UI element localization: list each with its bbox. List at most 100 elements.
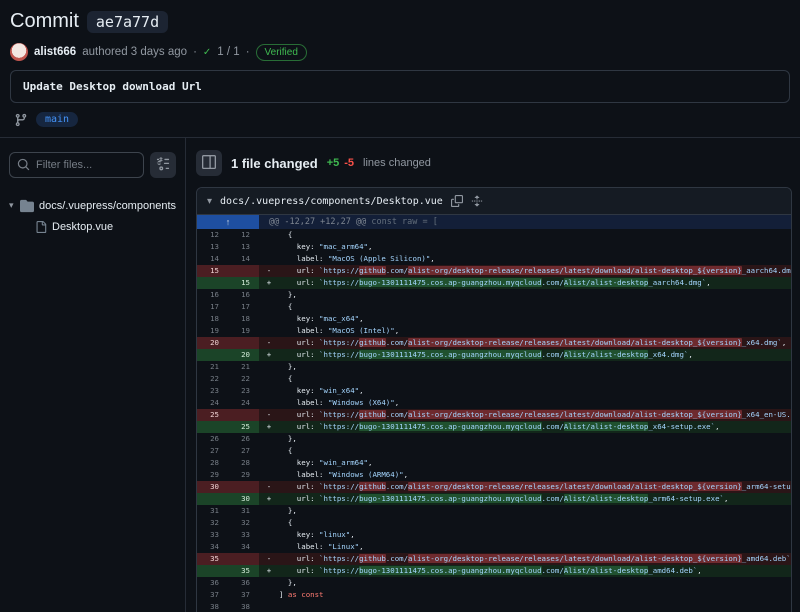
- old-line-number[interactable]: 22: [197, 373, 228, 385]
- old-line-number[interactable]: 30: [197, 481, 228, 493]
- old-line-number[interactable]: 17: [197, 301, 228, 313]
- collapse-file-chevron-icon[interactable]: ▾: [207, 196, 212, 207]
- new-line-number[interactable]: 34: [228, 541, 259, 553]
- expand-all-icon[interactable]: [471, 195, 483, 207]
- new-line-number[interactable]: [228, 481, 259, 493]
- branch-badge[interactable]: main: [36, 112, 78, 127]
- new-line-number[interactable]: 18: [228, 313, 259, 325]
- new-line-number[interactable]: 16: [228, 289, 259, 301]
- lines-changed-label: lines changed: [363, 157, 431, 169]
- avatar[interactable]: [10, 43, 28, 61]
- new-line-number[interactable]: 33: [228, 529, 259, 541]
- old-line-number[interactable]: 12: [197, 229, 228, 241]
- toggle-file-tree-button[interactable]: [196, 150, 222, 176]
- old-line-number[interactable]: [197, 565, 228, 577]
- new-line-number[interactable]: 31: [228, 505, 259, 517]
- code-segment: },: [279, 290, 297, 299]
- old-line-number[interactable]: 27: [197, 445, 228, 457]
- new-line-number[interactable]: 27: [228, 445, 259, 457]
- old-line-number[interactable]: [197, 493, 228, 505]
- new-line-number[interactable]: 19: [228, 325, 259, 337]
- diff-sign: [259, 433, 279, 445]
- old-line-number[interactable]: 16: [197, 289, 228, 301]
- file-filter-button[interactable]: [150, 152, 176, 178]
- diff-sign: +: [259, 421, 279, 433]
- old-line-number[interactable]: 28: [197, 457, 228, 469]
- old-line-number[interactable]: 18: [197, 313, 228, 325]
- old-line-number[interactable]: 20: [197, 337, 228, 349]
- old-line-number[interactable]: 14: [197, 253, 228, 265]
- new-line-number[interactable]: [228, 553, 259, 565]
- code-line: label: "MacOS (Intel)",: [279, 325, 791, 337]
- old-line-number[interactable]: 35: [197, 553, 228, 565]
- new-line-number[interactable]: 37: [228, 589, 259, 601]
- author-name[interactable]: alist666: [34, 46, 76, 58]
- old-line-number[interactable]: 23: [197, 385, 228, 397]
- old-line-number[interactable]: 21: [197, 361, 228, 373]
- old-line-number[interactable]: 37: [197, 589, 228, 601]
- old-line-number[interactable]: 38: [197, 601, 228, 612]
- old-line-number[interactable]: 13: [197, 241, 228, 253]
- new-line-number[interactable]: 26: [228, 433, 259, 445]
- changed-word: alist-org/desktop-release/releases/lates…: [408, 410, 742, 419]
- changed-word: alist-org/desktop-release/releases/lates…: [408, 554, 742, 563]
- new-line-number[interactable]: 36: [228, 577, 259, 589]
- new-line-number[interactable]: 13: [228, 241, 259, 253]
- old-line-number[interactable]: 31: [197, 505, 228, 517]
- code-segment: ,: [688, 350, 692, 359]
- old-line-number[interactable]: 19: [197, 325, 228, 337]
- commit-hash: ae7a77d: [87, 11, 168, 33]
- checks-count[interactable]: 1 / 1: [217, 46, 239, 58]
- changed-word: github: [359, 338, 386, 347]
- copy-path-icon[interactable]: [451, 195, 463, 207]
- old-line-number[interactable]: [197, 349, 228, 361]
- new-line-number[interactable]: 12: [228, 229, 259, 241]
- new-line-number[interactable]: 25: [228, 421, 259, 433]
- new-line-number[interactable]: 15: [228, 277, 259, 289]
- new-line-number[interactable]: 14: [228, 253, 259, 265]
- file-path[interactable]: docs/.vuepress/components/Desktop.vue: [220, 196, 443, 207]
- new-line-number[interactable]: 23: [228, 385, 259, 397]
- new-line-number[interactable]: 17: [228, 301, 259, 313]
- new-line-number[interactable]: 30: [228, 493, 259, 505]
- verified-badge[interactable]: Verified: [256, 44, 307, 61]
- expand-up-button[interactable]: ↑: [197, 215, 259, 229]
- old-line-number[interactable]: 33: [197, 529, 228, 541]
- old-line-number[interactable]: 24: [197, 397, 228, 409]
- changed-word: Alist/alist-desktop: [564, 278, 649, 287]
- old-line-number[interactable]: 15: [197, 265, 228, 277]
- new-line-number[interactable]: 20: [228, 349, 259, 361]
- diff-row: 1616 },: [197, 289, 791, 301]
- code-segment: {: [279, 446, 292, 455]
- old-line-number[interactable]: 32: [197, 517, 228, 529]
- code-segment: ,: [404, 470, 408, 479]
- diff-main: 1 file changed +5 -5 lines changed ▾ doc…: [186, 138, 800, 612]
- code-line: key: "mac_x64",: [279, 313, 791, 325]
- tree-folder-row[interactable]: ▾ docs/.vuepress/components: [9, 195, 176, 216]
- old-line-number[interactable]: [197, 421, 228, 433]
- old-line-number[interactable]: [197, 277, 228, 289]
- old-line-number[interactable]: 36: [197, 577, 228, 589]
- file-tree-sidebar: ▾ docs/.vuepress/components Desktop.vue: [0, 138, 186, 612]
- tree-file-row[interactable]: Desktop.vue: [35, 216, 176, 237]
- old-line-number[interactable]: 34: [197, 541, 228, 553]
- new-line-number[interactable]: [228, 337, 259, 349]
- new-line-number[interactable]: 29: [228, 469, 259, 481]
- old-line-number[interactable]: 25: [197, 409, 228, 421]
- old-line-number[interactable]: 29: [197, 469, 228, 481]
- file-tree: ▾ docs/.vuepress/components Desktop.vue: [9, 195, 176, 237]
- code-segment: `https://: [319, 278, 359, 287]
- new-line-number[interactable]: 35: [228, 565, 259, 577]
- code-segment: url:: [279, 494, 319, 503]
- new-line-number[interactable]: 22: [228, 373, 259, 385]
- new-line-number[interactable]: 32: [228, 517, 259, 529]
- diff-row: 2929 label: "Windows (ARM64)",: [197, 469, 791, 481]
- new-line-number[interactable]: [228, 265, 259, 277]
- code-segment: `https://: [319, 410, 359, 419]
- new-line-number[interactable]: 28: [228, 457, 259, 469]
- new-line-number[interactable]: [228, 409, 259, 421]
- new-line-number[interactable]: 38: [228, 601, 259, 612]
- new-line-number[interactable]: 21: [228, 361, 259, 373]
- old-line-number[interactable]: 26: [197, 433, 228, 445]
- new-line-number[interactable]: 24: [228, 397, 259, 409]
